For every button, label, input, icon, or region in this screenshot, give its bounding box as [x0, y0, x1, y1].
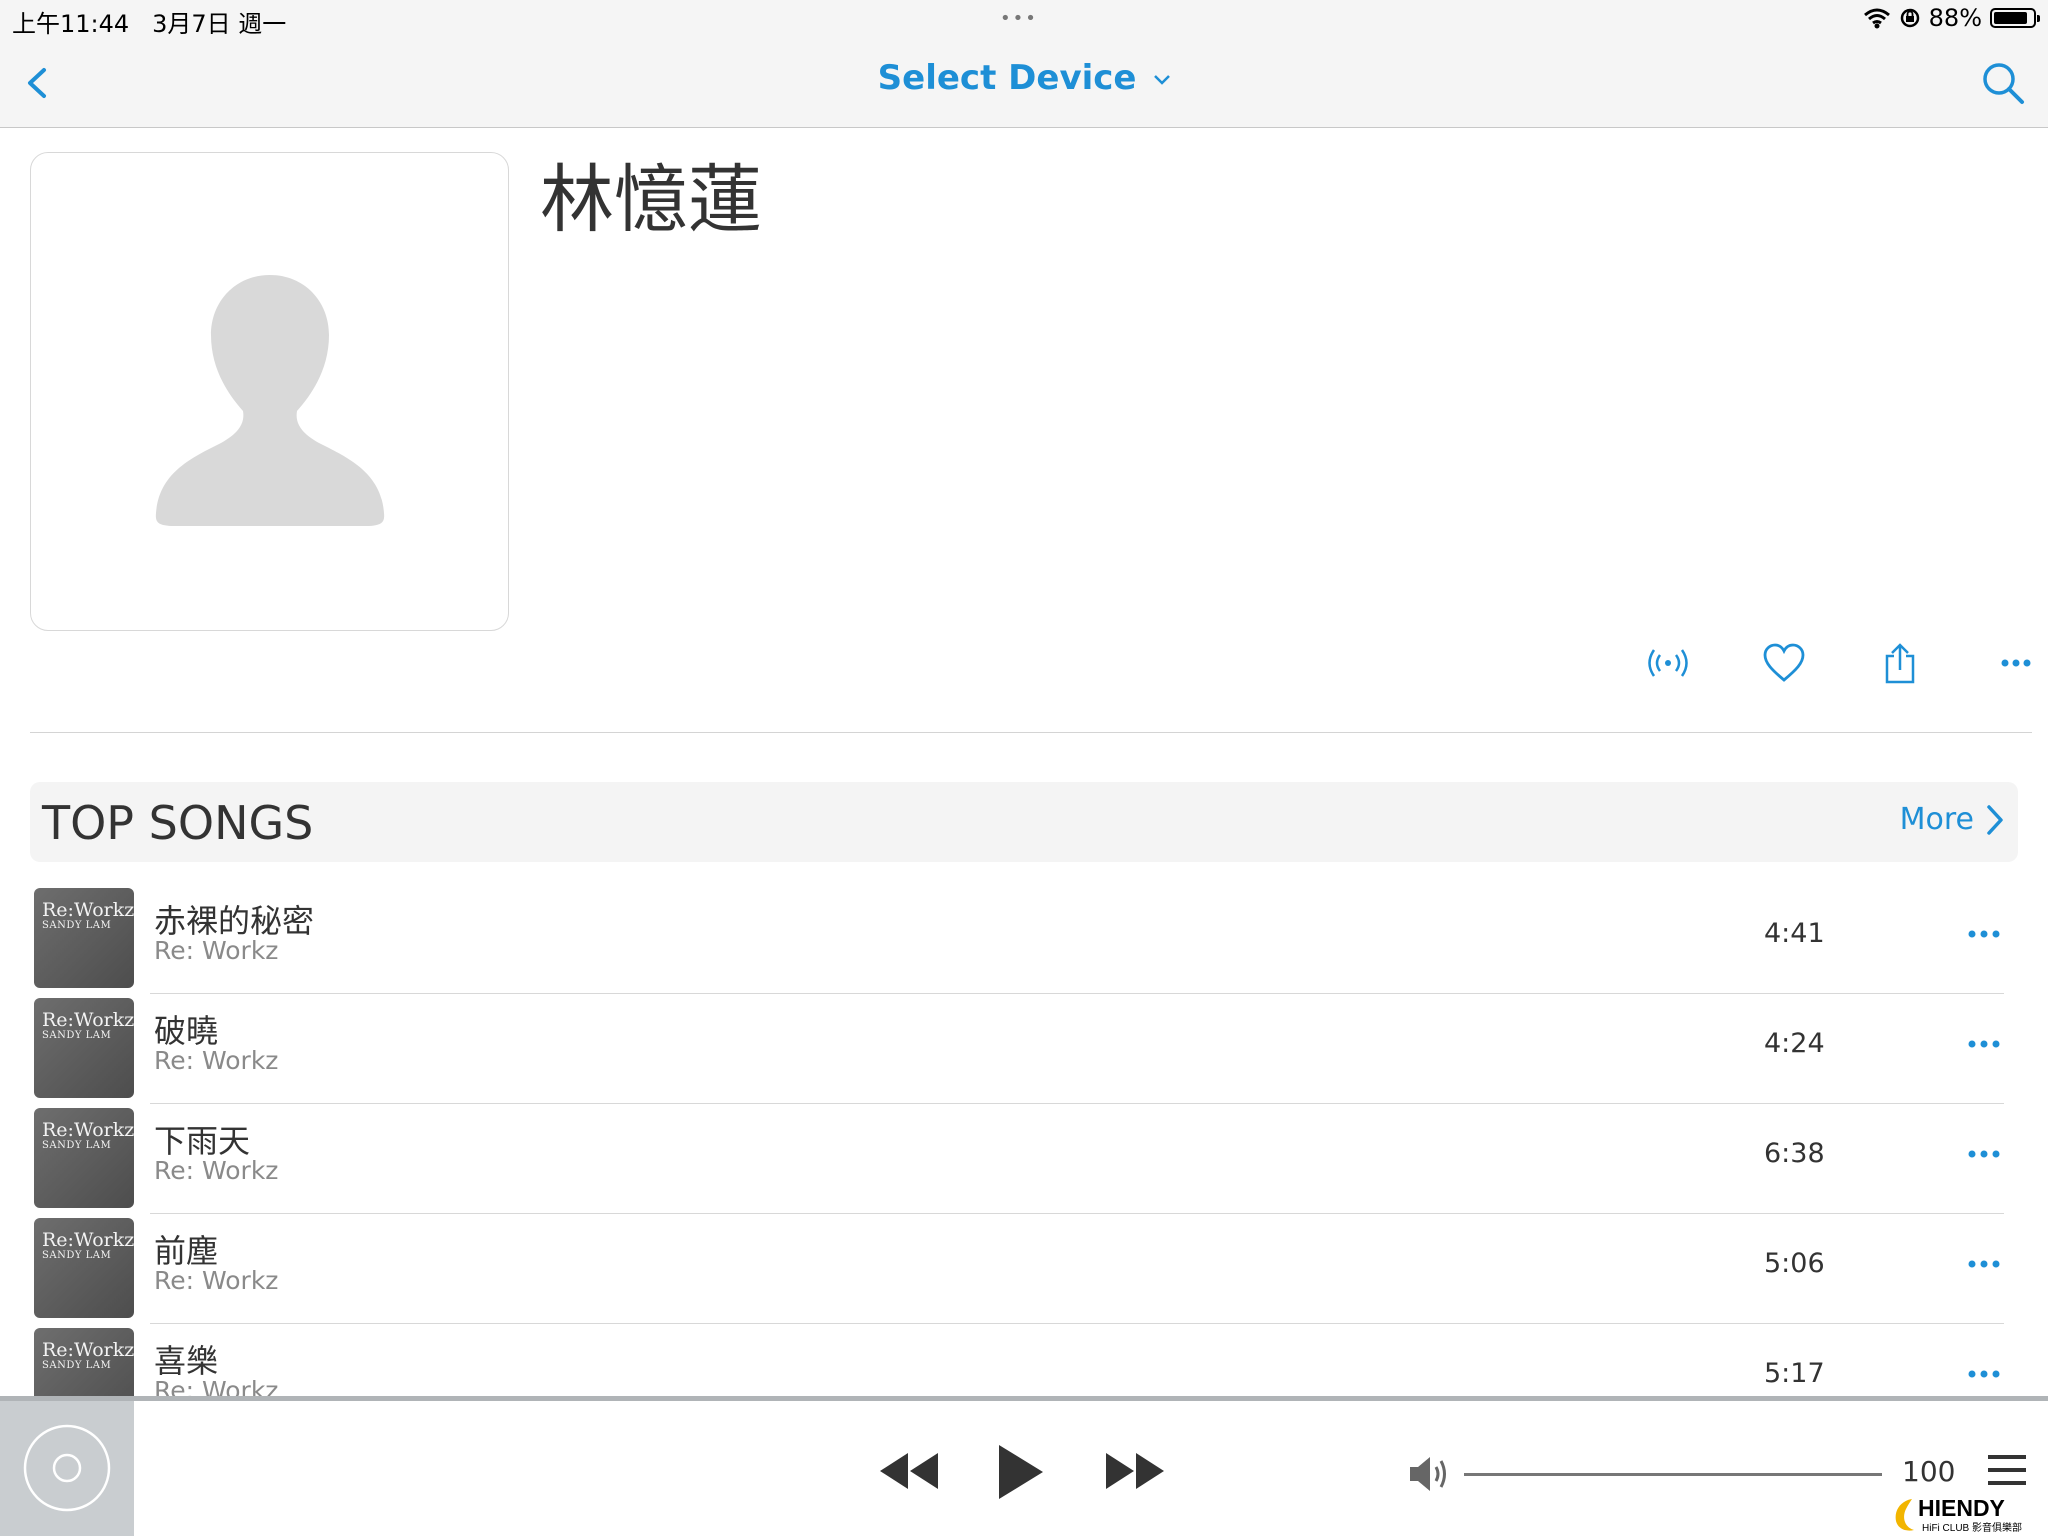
queue-menu-icon[interactable]	[1988, 1455, 2026, 1485]
share-icon	[1885, 643, 1915, 684]
volume-value: 100	[1902, 1455, 1956, 1488]
cover-line1: Re:Workz	[42, 1339, 135, 1361]
song-duration: 4:41	[1764, 918, 1825, 949]
song-list: Re:Workz SANDY LAM 赤裸的秘密 Re: Workz 4:41 Re:Wo…	[0, 884, 2048, 1396]
select-device-button[interactable]: Select Device	[0, 58, 2048, 98]
empty-disc-icon	[23, 1424, 111, 1512]
multitasking-dots[interactable]: •••	[1000, 8, 1038, 29]
song-more-icon[interactable]	[1966, 1038, 2002, 1050]
battery-percent: 88%	[1928, 4, 1982, 32]
song-album: Re: Workz	[154, 1266, 279, 1295]
song-row[interactable]: Re:Workz SANDY LAM 破曉 Re: Workz 4:24	[0, 994, 2048, 1104]
status-time: 上午11:44	[12, 10, 130, 38]
person-placeholder-icon	[155, 275, 385, 526]
cover-line2: SANDY LAM	[42, 1030, 112, 1041]
cover-line1: Re:Workz	[42, 1229, 135, 1251]
album-cover: Re:Workz SANDY LAM	[34, 1108, 134, 1208]
now-playing-artwork[interactable]	[0, 1401, 134, 1536]
song-row[interactable]: Re:Workz SANDY LAM 下雨天 Re: Workz 6:38	[0, 1104, 2048, 1214]
cover-line2: SANDY LAM	[42, 1360, 112, 1371]
player-bar: 100 HIENDY HiFi CLUB 影音俱樂部	[0, 1396, 2048, 1536]
more-songs-button[interactable]: More	[1900, 802, 2004, 837]
song-album: Re: Workz	[154, 1046, 279, 1075]
wifi-icon	[1863, 8, 1890, 29]
song-row[interactable]: Re:Workz SANDY LAM 前塵 Re: Workz 5:06	[0, 1214, 2048, 1324]
album-cover: Re:Workz SANDY LAM	[34, 888, 134, 988]
status-date: 3月7日 週一	[152, 10, 287, 38]
more-label: More	[1899, 802, 1974, 837]
select-device-label: Select Device	[877, 58, 1137, 98]
heart-icon	[1763, 643, 1805, 682]
song-more-icon[interactable]	[1966, 1258, 2002, 1270]
hiendy-watermark: HIENDY HiFi CLUB 影音俱樂部	[1892, 1495, 2042, 1535]
artist-actions	[1610, 638, 2048, 688]
more-dots-icon	[2001, 659, 2031, 667]
song-album: Re: Workz	[154, 1156, 279, 1185]
cover-line2: SANDY LAM	[42, 920, 112, 931]
play-icon[interactable]	[996, 1443, 1046, 1501]
status-time-date: 上午11:44 3月7日 週一	[12, 4, 286, 39]
search-icon[interactable]	[1980, 60, 2026, 106]
battery-icon	[1990, 8, 2040, 28]
artist-more-button[interactable]	[1958, 638, 2048, 688]
rewind-icon[interactable]	[878, 1451, 940, 1491]
share-button[interactable]	[1842, 638, 1958, 688]
song-album: Re: Workz	[154, 936, 279, 965]
fast-forward-icon[interactable]	[1104, 1451, 1166, 1491]
artist-name: 林憶蓮	[540, 157, 762, 243]
nav-bar: Select Device	[0, 40, 2048, 128]
hiendy-logo-icon	[1895, 1499, 1914, 1531]
song-duration: 4:24	[1764, 1028, 1825, 1059]
chevron-right-icon	[1987, 804, 2003, 835]
song-duration: 6:38	[1764, 1138, 1825, 1169]
radio-broadcast-icon	[1648, 649, 1688, 677]
song-album: Re: Workz	[154, 1376, 279, 1396]
status-right: 88%	[1863, 4, 2040, 32]
radio-button[interactable]	[1610, 638, 1726, 688]
section-title: TOP SONGS	[42, 796, 314, 850]
album-cover: Re:Workz SANDY LAM	[34, 1218, 134, 1318]
artist-avatar	[30, 152, 509, 631]
volume-icon[interactable]	[1408, 1453, 1454, 1495]
cover-line2: SANDY LAM	[42, 1250, 112, 1261]
song-duration: 5:06	[1764, 1248, 1825, 1279]
status-bar: 上午11:44 3月7日 週一 ••• 88%	[0, 0, 2048, 40]
cover-line2: SANDY LAM	[42, 1140, 112, 1151]
song-row[interactable]: Re:Workz SANDY LAM 赤裸的秘密 Re: Workz 4:41	[0, 884, 2048, 994]
song-duration: 5:17	[1764, 1358, 1825, 1389]
top-songs-header: TOP SONGS More	[30, 782, 2018, 862]
album-cover: Re:Workz SANDY LAM	[34, 1328, 134, 1396]
cover-line1: Re:Workz	[42, 1009, 135, 1031]
watermark-brand: HIENDY	[1918, 1495, 2005, 1521]
song-more-icon[interactable]	[1966, 928, 2002, 940]
cover-line1: Re:Workz	[42, 899, 135, 921]
cover-line1: Re:Workz	[42, 1119, 135, 1141]
song-more-icon[interactable]	[1966, 1148, 2002, 1160]
volume-slider[interactable]	[1464, 1473, 1882, 1476]
divider	[30, 732, 2032, 733]
orientation-lock-icon	[1900, 8, 1919, 28]
song-row[interactable]: Re:Workz SANDY LAM 喜樂 Re: Workz 5:17	[0, 1324, 2048, 1396]
song-more-icon[interactable]	[1966, 1368, 2002, 1380]
favorite-button[interactable]	[1726, 638, 1842, 688]
chevron-down-icon	[1154, 74, 1171, 85]
battery-fill	[1994, 12, 2027, 24]
watermark-subtitle: HiFi CLUB 影音俱樂部	[1922, 1523, 2023, 1534]
album-cover: Re:Workz SANDY LAM	[34, 998, 134, 1098]
